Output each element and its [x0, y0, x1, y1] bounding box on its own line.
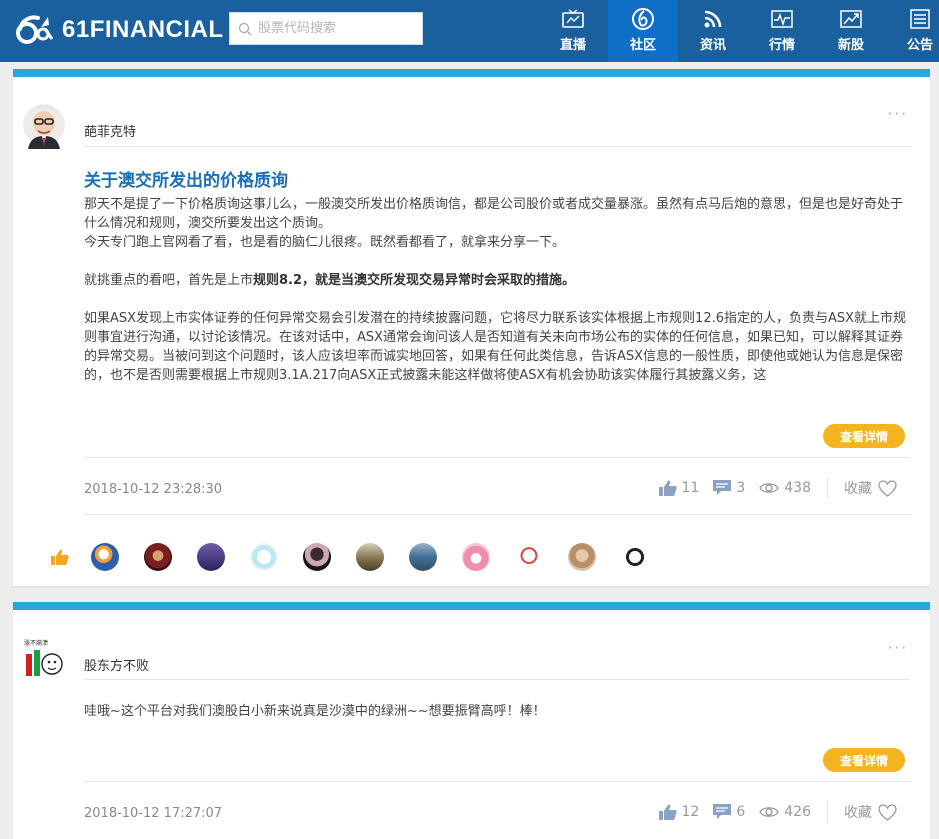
nav-tab-market[interactable]: 行情: [759, 0, 805, 62]
market-chart-icon: [768, 7, 796, 31]
logo-mark-icon: [16, 15, 54, 44]
search-input[interactable]: [258, 21, 408, 36]
post-stats: 11 3 438 收藏: [645, 477, 902, 499]
paragraph: 今天专门跑上官网看了看，也是看的脑仁儿很疼。既然看都看了，就拿来分享一下。: [84, 235, 566, 250]
nav-tab-community[interactable]: 社区: [608, 0, 678, 62]
favorite-label: 收藏: [844, 805, 872, 821]
likers-row: [51, 543, 674, 571]
favorite-label: 收藏: [844, 481, 872, 497]
bold-highlight: 规则8.2，就是当澳交所发现交易异常时会采取的措施。: [253, 273, 576, 288]
community-icon: [629, 7, 657, 31]
announcement-icon: [906, 7, 934, 31]
like-thumb-icon: [51, 549, 69, 565]
favorite-button[interactable]: 收藏: [844, 478, 902, 498]
header-divider: [84, 146, 910, 147]
eye-icon: [759, 807, 780, 817]
like-count: 11: [681, 480, 700, 496]
liker-avatar[interactable]: [91, 543, 119, 571]
post-title[interactable]: 关于澳交所发出的价格质询: [84, 166, 288, 191]
post-body: 那天不是提了一下价格质询这事儿么，一般澳交所发出价格质询信，都是公司股价或者成交…: [84, 195, 912, 385]
stats-separator: [827, 801, 828, 823]
comment-icon: [713, 480, 732, 495]
paragraph: 就挑重点的看吧，首先是上市规则8.2，就是当澳交所发现交易异常时会采取的措施。: [84, 271, 912, 290]
post-timestamp: 2018-10-12 23:28:30: [84, 482, 223, 497]
heart-icon: [878, 479, 897, 497]
view-details-button[interactable]: 查看详情: [823, 748, 905, 772]
liker-avatar[interactable]: [409, 543, 437, 571]
comment-count: 6: [736, 804, 746, 820]
nav-label: 直播: [559, 38, 586, 53]
svg-text:涨不崩溃: 涨不崩溃: [24, 639, 48, 647]
post-stats: 12 6 426 收藏: [645, 801, 902, 823]
paragraph: 那天不是提了一下价格质询这事儿么，一般澳交所发出价格质询信，都是公司股价或者成交…: [84, 197, 904, 231]
stats-separator: [827, 477, 828, 499]
like-button[interactable]: 11: [658, 480, 700, 496]
like-count: 12: [681, 804, 700, 820]
like-button[interactable]: 12: [658, 804, 700, 820]
nav-label: 资讯: [699, 38, 726, 53]
comment-count: 3: [736, 480, 746, 496]
liker-avatar[interactable]: [462, 543, 490, 571]
liker-avatar[interactable]: [144, 543, 172, 571]
more-options-button[interactable]: ···: [888, 639, 908, 657]
liker-avatar[interactable]: [621, 543, 649, 571]
live-tv-icon: [559, 7, 587, 31]
liker-avatar[interactable]: [303, 543, 331, 571]
nav-label: 新股: [837, 38, 864, 53]
thumbs-up-icon: [658, 804, 677, 820]
nav-tab-announcement[interactable]: 公告: [897, 0, 939, 62]
view-count: 426: [784, 804, 811, 820]
liker-avatar[interactable]: [515, 543, 543, 571]
author-avatar[interactable]: [22, 101, 66, 149]
author-name[interactable]: 葩菲克特: [84, 121, 136, 140]
brand-name: 61FINANCIAL: [62, 16, 224, 43]
liker-avatar[interactable]: [250, 543, 278, 571]
nav-label: 行情: [768, 38, 795, 53]
favorite-button[interactable]: 收藏: [844, 802, 902, 822]
ipo-trend-icon: [837, 7, 865, 31]
rss-news-icon: [699, 7, 727, 31]
brand-logo[interactable]: 61FINANCIAL: [16, 10, 224, 50]
nav-tab-news[interactable]: 资讯: [690, 0, 736, 62]
liker-avatar[interactable]: [356, 543, 384, 571]
comment-button[interactable]: 6: [713, 804, 745, 820]
post-timestamp: 2018-10-12 17:27:07: [84, 806, 223, 821]
thumbs-up-icon: [658, 480, 677, 496]
stock-search-box[interactable]: [229, 12, 423, 45]
top-navigation-bar: 61FINANCIAL 直播 社区 资讯 行情 新: [0, 0, 939, 62]
liker-avatar[interactable]: [197, 543, 225, 571]
post-card: 葩菲克特 ··· 关于澳交所发出的价格质询 那天不是提了一下价格质询这事儿么，一…: [13, 69, 930, 586]
author-name[interactable]: 股东方不败: [84, 655, 149, 674]
nav-tab-live[interactable]: 直播: [550, 0, 596, 62]
liker-avatar[interactable]: [568, 543, 596, 571]
author-avatar[interactable]: 涨不崩溃: [22, 636, 66, 684]
comment-icon: [713, 804, 732, 819]
paragraph: 如果ASX发现上市实体证券的任何异常交易会引发潜在的持续披露问题，它将尽力联系该…: [84, 311, 907, 383]
views-indicator: 426: [759, 804, 811, 820]
search-icon: [238, 22, 252, 35]
likers-divider: [84, 514, 910, 515]
more-options-button[interactable]: ···: [888, 105, 908, 123]
view-details-button[interactable]: 查看详情: [823, 424, 905, 448]
views-indicator: 438: [759, 480, 811, 496]
comment-button[interactable]: 3: [713, 480, 745, 496]
post-body: 哇哦~这个平台对我们澳股白小新来说真是沙漠中的绿洲~~想要振臂高呼！棒！: [84, 704, 546, 719]
heart-icon: [878, 803, 897, 821]
header-divider: [84, 679, 910, 680]
nav-label: 公告: [906, 38, 933, 53]
view-count: 438: [784, 480, 811, 496]
footer-divider: [84, 781, 910, 782]
paragraph-text: 就挑重点的看吧，首先是上市: [84, 273, 254, 288]
footer-divider: [84, 457, 910, 458]
nav-label: 社区: [629, 38, 656, 53]
eye-icon: [759, 483, 780, 493]
post-card: 涨不崩溃 股东方不败 ··· 哇哦~这个平台对我们澳股白小新来说真是沙漠中的绿洲…: [13, 602, 930, 839]
nav-tab-ipo[interactable]: 新股: [828, 0, 874, 62]
